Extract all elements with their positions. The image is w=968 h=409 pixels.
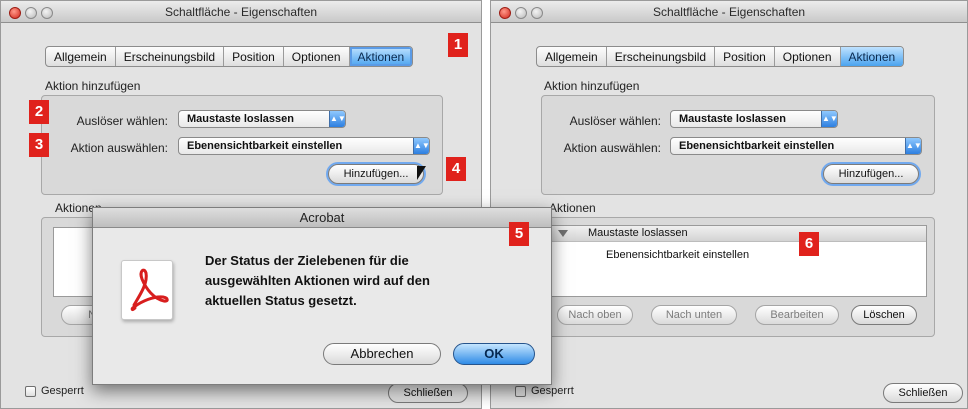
callout-badge-4: 4 bbox=[446, 157, 466, 181]
acrobat-alert-dialog: Acrobat Der Status der Zielebenen für di… bbox=[92, 207, 552, 385]
window-title: Schaltfläche - Eigenschaften bbox=[164, 5, 318, 19]
ok-button[interactable]: OK bbox=[453, 343, 535, 365]
tab-allgemein[interactable]: Allgemein bbox=[537, 47, 607, 66]
mouse-cursor-icon bbox=[417, 166, 426, 180]
locked-checkbox[interactable] bbox=[25, 386, 36, 397]
tab-allgemein[interactable]: Allgemein bbox=[46, 47, 116, 66]
trigger-entry: Maustaste loslassen bbox=[588, 227, 688, 239]
callout-badge-6: 6 bbox=[799, 232, 819, 256]
properties-window-right: Schaltfläche - Eigenschaften Allgemein E… bbox=[490, 0, 968, 409]
trigger-label: Auslöser wählen: bbox=[76, 114, 168, 128]
action-popup[interactable]: Ebenensichtbarkeit einstellen ▲▼ bbox=[178, 137, 430, 155]
popup-arrows-icon: ▲▼ bbox=[905, 138, 922, 154]
add-action-group-label: Aktion hinzufügen bbox=[544, 79, 640, 93]
window-title: Schaltfläche - Eigenschaften bbox=[652, 5, 806, 19]
message-line: Der Status der Zielebenen für die bbox=[205, 253, 409, 268]
callout-badge-5: 5 bbox=[509, 222, 529, 246]
dialog-title: Acrobat bbox=[93, 208, 551, 228]
locked-checkbox[interactable] bbox=[515, 386, 526, 397]
trigger-value: Maustaste loslassen bbox=[187, 113, 294, 125]
message-line: aktuellen Status gesetzt. bbox=[205, 293, 357, 308]
callout-badge-2: 2 bbox=[29, 100, 49, 124]
action-label: Aktion auswählen: bbox=[70, 141, 168, 155]
tab-bar: Allgemein Erscheinungsbild Position Opti… bbox=[45, 46, 414, 67]
cancel-button[interactable]: Abbrechen bbox=[323, 343, 441, 365]
tab-aktionen[interactable]: Aktionen bbox=[840, 47, 904, 66]
locked-label: Gesperrt bbox=[41, 385, 84, 397]
callout-badge-1: 1 bbox=[448, 33, 468, 57]
add-button[interactable]: Hinzufügen... bbox=[823, 164, 919, 184]
delete-button[interactable]: Löschen bbox=[851, 305, 917, 325]
popup-arrows-icon: ▲▼ bbox=[413, 138, 430, 154]
action-value: Ebenensichtbarkeit einstellen bbox=[187, 140, 343, 152]
title-bar[interactable]: Schaltfläche - Eigenschaften bbox=[491, 1, 967, 23]
actions-group-label: Aktionen bbox=[549, 201, 596, 215]
tab-optionen[interactable]: Optionen bbox=[775, 47, 841, 66]
actions-list[interactable]: Maustaste loslassen Ebenensichtbarkeit e… bbox=[549, 225, 927, 297]
add-button[interactable]: Hinzufügen... bbox=[328, 164, 424, 184]
action-value: Ebenensichtbarkeit einstellen bbox=[679, 140, 835, 152]
list-item[interactable]: Maustaste loslassen bbox=[550, 226, 926, 242]
close-button[interactable]: Schließen bbox=[883, 383, 963, 403]
move-down-button[interactable]: Nach unten bbox=[651, 305, 737, 325]
tab-position[interactable]: Position bbox=[715, 47, 775, 66]
tab-position[interactable]: Position bbox=[224, 47, 284, 66]
popup-arrows-icon: ▲▼ bbox=[821, 111, 838, 127]
tab-aktionen[interactable]: Aktionen bbox=[349, 47, 413, 66]
action-entry[interactable]: Ebenensichtbarkeit einstellen bbox=[606, 249, 749, 261]
trigger-popup[interactable]: Maustaste loslassen ▲▼ bbox=[670, 110, 838, 128]
acrobat-icon bbox=[121, 260, 173, 320]
trigger-label: Auslöser wählen: bbox=[569, 114, 661, 128]
disclosure-triangle-icon[interactable] bbox=[558, 230, 568, 237]
trigger-popup[interactable]: Maustaste loslassen ▲▼ bbox=[178, 110, 346, 128]
callout-badge-3: 3 bbox=[29, 133, 49, 157]
tab-erscheinungsbild[interactable]: Erscheinungsbild bbox=[116, 47, 225, 66]
edit-button[interactable]: Bearbeiten bbox=[755, 305, 839, 325]
action-label: Aktion auswählen: bbox=[563, 141, 661, 155]
title-bar[interactable]: Schaltfläche - Eigenschaften bbox=[1, 1, 481, 23]
move-up-button[interactable]: Nach oben bbox=[557, 305, 633, 325]
tab-bar: Allgemein Erscheinungsbild Position Opti… bbox=[536, 46, 905, 67]
popup-arrows-icon: ▲▼ bbox=[329, 111, 346, 127]
dialog-message: Der Status der Zielebenen für die ausgew… bbox=[205, 251, 535, 311]
add-action-group-label: Aktion hinzufügen bbox=[45, 79, 141, 93]
locked-label: Gesperrt bbox=[531, 385, 574, 397]
message-line: ausgewählten Aktionen wird auf den bbox=[205, 273, 430, 288]
close-button[interactable]: Schließen bbox=[388, 383, 468, 403]
trigger-value: Maustaste loslassen bbox=[679, 113, 786, 125]
action-popup[interactable]: Ebenensichtbarkeit einstellen ▲▼ bbox=[670, 137, 922, 155]
tab-erscheinungsbild[interactable]: Erscheinungsbild bbox=[607, 47, 716, 66]
tab-optionen[interactable]: Optionen bbox=[284, 47, 350, 66]
